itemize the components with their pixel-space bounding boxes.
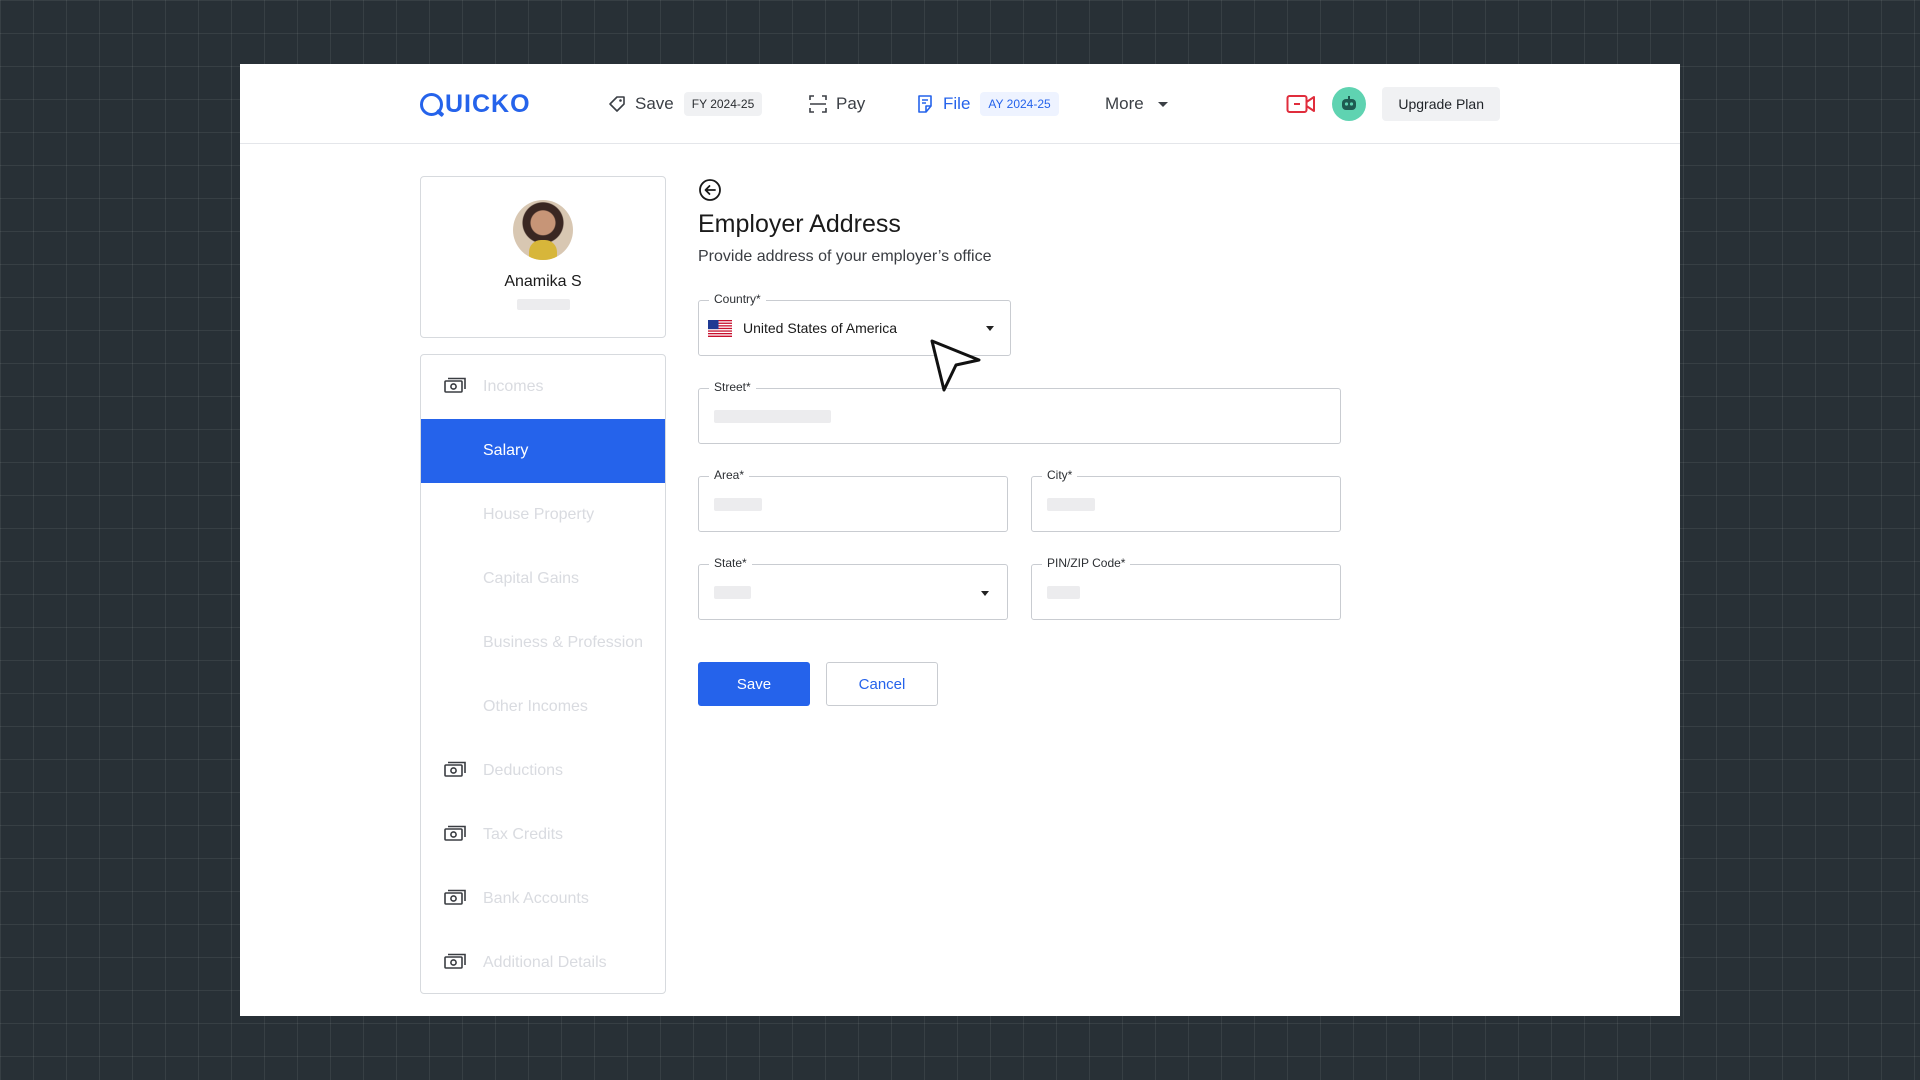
city-value-placeholder [1047,498,1095,511]
cancel-button[interactable]: Cancel [826,662,938,706]
sidebar-item-label: Capital Gains [483,570,580,587]
sidebar-menu: Incomes Salary House Property Capital Ga… [420,354,666,994]
nav-file-label: File [943,94,971,113]
sidebar-item-label: Deductions [483,762,564,779]
scan-icon [809,95,827,113]
app-window: UICKO Save FY 2024-25 Pay File AY 2024-2… [240,64,1680,1016]
logo-q-mark [420,92,443,116]
sidebar-item-house-property[interactable]: House Property [421,483,665,547]
save-button[interactable]: Save [698,662,810,706]
us-flag-icon [708,320,732,337]
nav-more-label: More [1105,94,1144,113]
money-icon [444,825,466,841]
state-value-placeholder [714,586,751,599]
ay-badge: AY 2024-25 [980,92,1059,116]
area-value-placeholder [714,498,762,511]
page-subtitle: Provide address of your employer’s offic… [698,248,992,265]
country-label: Country* [709,292,766,306]
nav-pay[interactable]: Pay [808,90,865,118]
bot-face-icon [1342,96,1357,110]
zip-label: PIN/ZIP Code* [1042,556,1131,570]
sidebar-item-bank-accounts[interactable]: Bank Accounts [421,867,665,931]
money-icon [444,377,466,393]
nav-more[interactable]: More [1105,90,1168,118]
nav-save[interactable]: Save FY 2024-25 [607,90,763,118]
profile-name: Anamika S [504,273,582,290]
mouse-pointer-icon [930,339,981,392]
money-icon [444,953,466,969]
sidebar-item-label: Salary [483,442,529,459]
nav-save-label: Save [635,94,674,113]
chevron-down-icon [1157,101,1168,107]
sidebar-item-business-profession[interactable]: Business & Profession [421,611,665,675]
sidebar-item-salary[interactable]: Salary [421,419,665,483]
city-input[interactable]: City* [1031,468,1341,532]
sidebar-item-other-incomes[interactable]: Other Incomes [421,675,665,739]
document-icon [918,95,932,113]
sidebar-item-label: Bank Accounts [483,890,589,907]
country-value: United States of America [743,320,898,336]
city-label: City* [1042,468,1078,482]
video-call-icon[interactable] [1286,92,1316,116]
street-input[interactable]: Street* [698,380,1341,444]
sidebar-item-label: Other Incomes [483,698,588,715]
sidebar-item-tax-credits[interactable]: Tax Credits [421,803,665,867]
street-label: Street* [709,380,756,394]
sidebar-item-label: Additional Details [483,954,607,971]
back-arrow-icon[interactable] [698,178,722,202]
logo-text: UICKO [445,89,531,118]
fy-badge: FY 2024-25 [683,92,763,116]
chevron-down-icon [986,326,994,331]
sidebar-item-label: House Property [483,506,595,523]
money-icon [444,761,466,777]
profile-card[interactable]: Anamika S [420,176,666,338]
zip-value-placeholder [1047,586,1080,599]
sidebar-item-incomes[interactable]: Incomes [421,355,665,419]
sidebar-item-deductions[interactable]: Deductions [421,739,665,803]
page-title: Employer Address [698,210,901,238]
profile-subtext-placeholder [517,299,570,310]
area-input[interactable]: Area* [698,468,1008,532]
sidebar-item-label: Business & Profession [483,634,644,651]
area-label: Area* [709,468,750,482]
upgrade-plan-button[interactable]: Upgrade Plan [1382,87,1500,121]
chevron-down-icon [981,591,989,596]
money-icon [444,889,466,905]
sidebar-item-additional-details[interactable]: Additional Details [421,931,665,993]
sidebar-item-label: Incomes [483,378,544,395]
sidebar-item-capital-gains[interactable]: Capital Gains [421,547,665,611]
assistant-bot-icon[interactable] [1332,87,1367,121]
nav-file[interactable]: File AY 2024-25 [915,90,1059,118]
zip-input[interactable]: PIN/ZIP Code* [1031,556,1341,620]
street-value-placeholder [714,410,831,423]
header-actions: Upgrade Plan [1286,86,1500,122]
nav-pay-label: Pay [836,94,866,113]
state-label: State* [709,556,752,570]
sidebar-item-label: Tax Credits [483,826,564,843]
top-header: UICKO Save FY 2024-25 Pay File AY 2024-2… [240,64,1680,144]
tag-icon [609,96,625,112]
avatar [513,200,573,260]
state-select[interactable]: State* [698,556,1008,620]
quicko-logo[interactable]: UICKO [420,90,531,118]
